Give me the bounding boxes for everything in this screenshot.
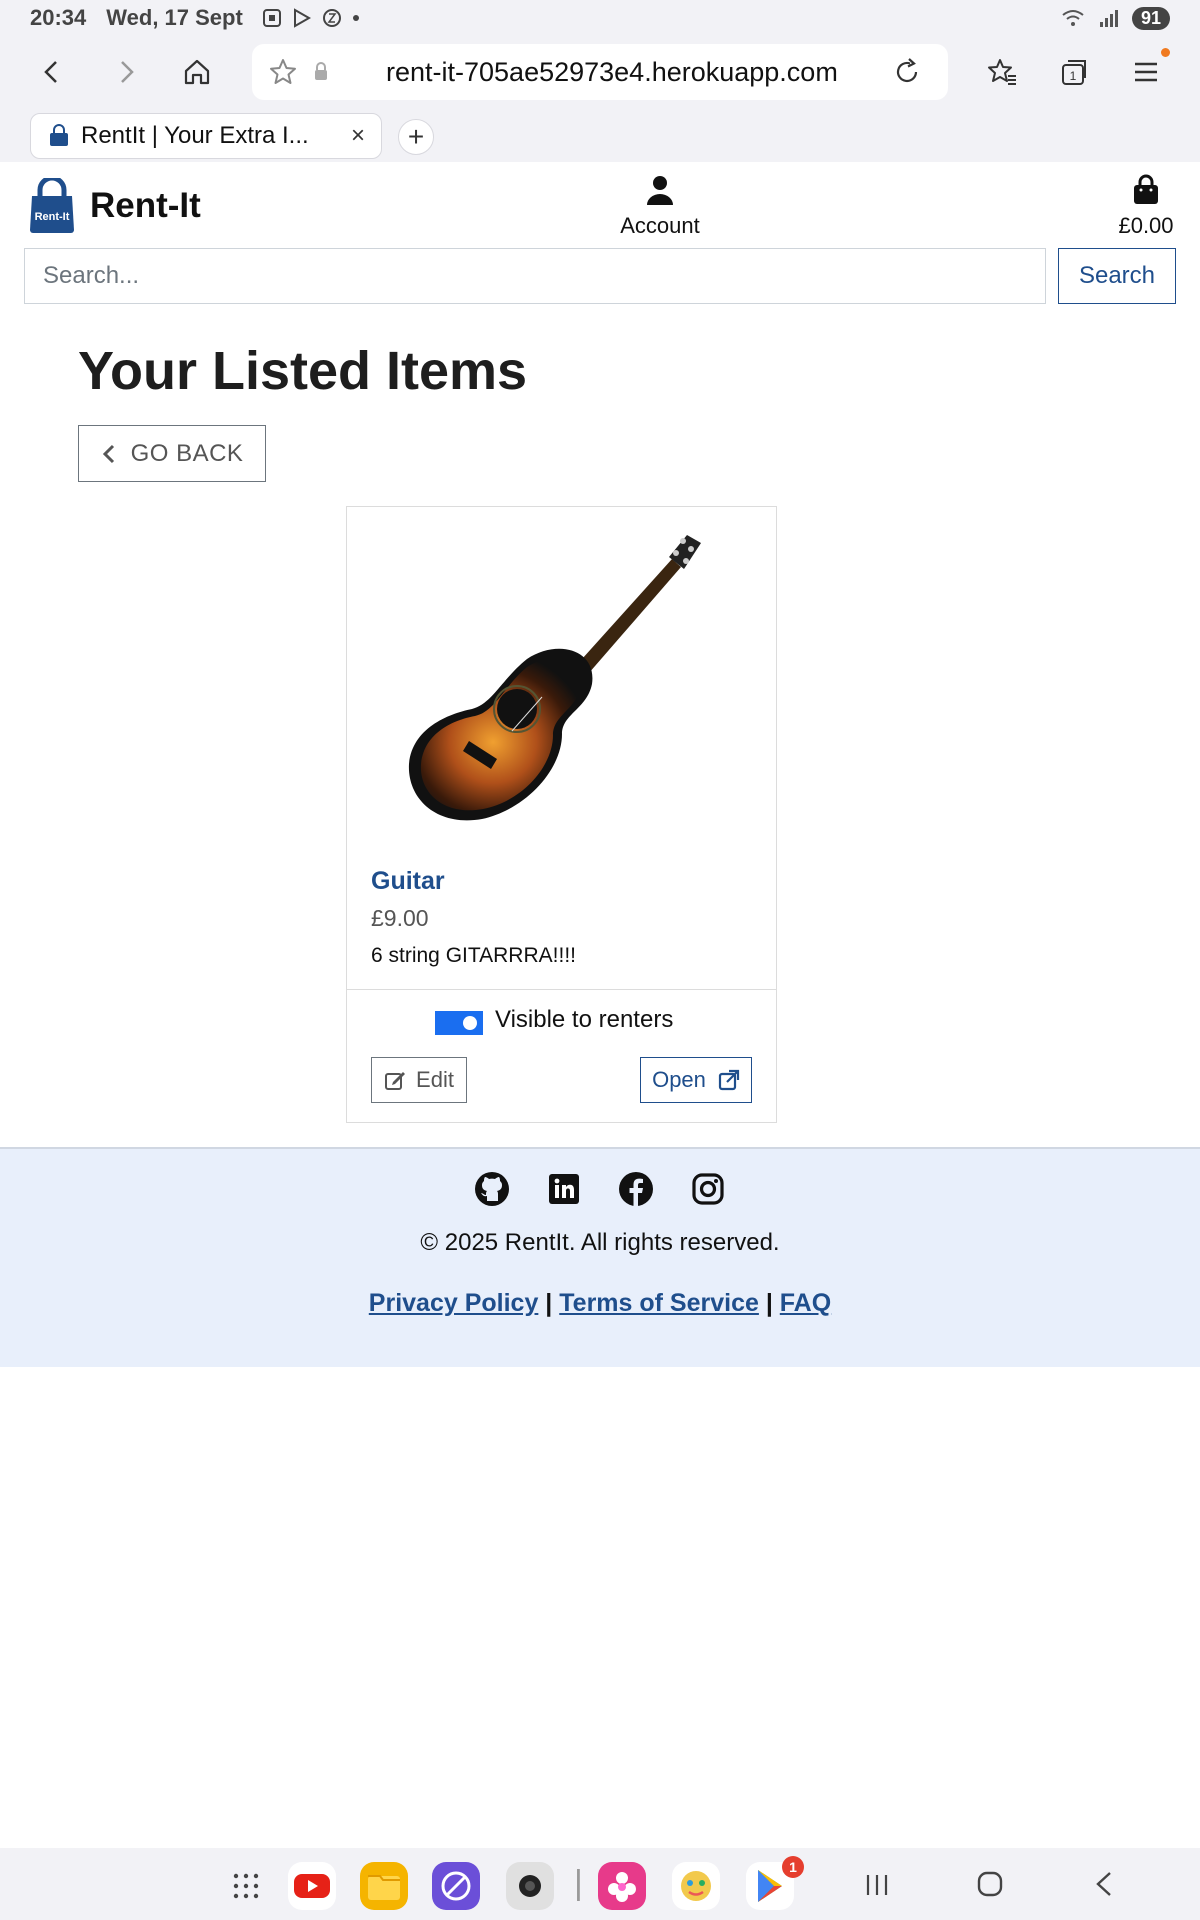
link-separator: |	[538, 1289, 560, 1317]
status-date: Wed, 17 Sept	[106, 5, 243, 30]
tab-count: 1	[1070, 69, 1077, 83]
github-icon[interactable]	[474, 1171, 510, 1207]
menu-button[interactable]	[1122, 48, 1170, 96]
hamburger-menu-icon	[1135, 62, 1157, 82]
game-app-icon[interactable]	[672, 1862, 720, 1910]
visibility-label: Visible to renters	[495, 1006, 674, 1033]
home-nav-icon[interactable]	[976, 1870, 1004, 1898]
wifi-icon	[1062, 10, 1084, 26]
dock-divider: |	[574, 1864, 583, 1902]
camera-app-icon[interactable]	[506, 1862, 554, 1910]
account-link[interactable]: Account	[590, 174, 730, 239]
page-title: Your Listed Items	[78, 341, 528, 401]
chevron-left-icon	[102, 444, 114, 463]
item-price: £9.00	[371, 905, 429, 931]
play-store-small-icon	[293, 8, 311, 28]
visibility-toggle[interactable]	[435, 1011, 483, 1035]
new-tab-button[interactable]: +	[398, 119, 434, 155]
terms-of-service-link[interactable]: Terms of Service	[559, 1289, 759, 1317]
cart-total: £0.00	[1118, 213, 1174, 238]
user-icon	[647, 176, 673, 205]
browser-tab[interactable]: RentIt | Your Extra I... ×	[30, 113, 382, 159]
browser-app-icon[interactable]	[432, 1862, 480, 1910]
guitar-image[interactable]	[387, 519, 737, 829]
faq-link[interactable]: FAQ	[780, 1289, 831, 1317]
gallery-app-icon[interactable]	[598, 1862, 646, 1910]
play-store-badge: 1	[782, 1856, 804, 1878]
search-button[interactable]: Search	[1058, 248, 1176, 304]
link-separator: |	[758, 1289, 780, 1317]
tabs-button[interactable]: 1	[1050, 48, 1098, 96]
screenshot-icon	[262, 9, 281, 27]
open-label: Open	[652, 1067, 706, 1092]
tab-strip: RentIt | Your Extra I... × +	[0, 108, 1200, 162]
home-icon	[184, 59, 210, 85]
browser-toolbar: rent-it-705ae52973e4.herokuapp.com 1	[0, 36, 1200, 108]
home-button[interactable]	[173, 48, 221, 96]
bookmark-star-icon[interactable]	[268, 57, 298, 92]
tab-close-button[interactable]: ×	[351, 122, 365, 150]
bookmarks-button[interactable]	[978, 48, 1026, 96]
battery-level: 91	[1131, 6, 1170, 30]
item-title[interactable]: Guitar	[371, 867, 445, 896]
status-notification-icons	[261, 7, 361, 29]
back-nav-icon[interactable]	[1092, 1870, 1116, 1898]
account-label: Account	[620, 213, 700, 238]
instagram-icon[interactable]	[690, 1171, 726, 1207]
signal-icon	[1099, 10, 1118, 27]
open-button[interactable]: Open	[640, 1057, 752, 1103]
site-logo[interactable]: Rent-It	[26, 178, 78, 234]
edit-label: Edit	[416, 1067, 454, 1092]
brand-name[interactable]: Rent-It	[90, 186, 201, 226]
chevron-right-icon	[121, 61, 134, 83]
linkedin-icon[interactable]	[546, 1171, 582, 1207]
go-back-label: GO BACK	[130, 439, 244, 467]
favicon-bag-icon	[47, 124, 71, 153]
chevron-left-icon	[44, 61, 57, 83]
edit-button[interactable]: Edit	[371, 1057, 467, 1103]
tabs-icon: 1	[1062, 60, 1086, 85]
shopping-bag-icon	[1134, 174, 1158, 204]
go-back-button[interactable]: GO BACK	[78, 425, 266, 482]
dot-icon	[352, 15, 359, 21]
address-bar[interactable]: rent-it-705ae52973e4.herokuapp.com	[252, 44, 948, 100]
youtube-app-icon[interactable]	[288, 1862, 336, 1910]
menu-notification-dot	[1161, 48, 1170, 57]
external-link-icon	[718, 1069, 740, 1091]
tab-title: RentIt | Your Extra I...	[81, 122, 309, 149]
star-list-icon	[988, 59, 1016, 85]
privacy-policy-link[interactable]: Privacy Policy	[369, 1289, 539, 1317]
social-links	[0, 1171, 1200, 1207]
search-input[interactable]	[24, 248, 1046, 304]
cart-link[interactable]: £0.00	[1100, 174, 1192, 239]
timer-icon	[322, 9, 341, 27]
edit-icon	[385, 1072, 406, 1090]
recent-apps-icon[interactable]	[864, 1872, 890, 1898]
forward-button[interactable]	[102, 48, 150, 96]
status-bar: 20:34 Wed, 17 Sept 91	[0, 0, 1200, 36]
back-button[interactable]	[28, 48, 76, 96]
item-card: Guitar £9.00 6 string GITARRRA!!!! Visib…	[346, 506, 777, 1123]
app-drawer-icon[interactable]	[232, 1872, 260, 1900]
footer-links: Privacy Policy | Terms of Service | FAQ	[0, 1289, 1200, 1318]
status-time: 20:34	[30, 5, 87, 30]
toggle-knob	[463, 1016, 477, 1030]
facebook-icon[interactable]	[618, 1171, 654, 1207]
system-nav-bar: | 1	[0, 1848, 1200, 1920]
rent-it-bag-icon: Rent-It	[30, 178, 74, 233]
reload-icon[interactable]	[892, 57, 922, 92]
item-card-footer: Visible to renters Edit Open	[347, 989, 776, 1122]
logo-badge-text: Rent-It	[35, 211, 70, 223]
lock-icon	[312, 61, 330, 88]
item-description: 6 string GITARRRA!!!!	[371, 944, 576, 967]
files-app-icon[interactable]	[360, 1862, 408, 1910]
copyright-text: © 2025 RentIt. All rights reserved.	[420, 1229, 780, 1256]
site-footer: © 2025 RentIt. All rights reserved. Priv…	[0, 1147, 1200, 1367]
url-text: rent-it-705ae52973e4.herokuapp.com	[386, 56, 838, 87]
